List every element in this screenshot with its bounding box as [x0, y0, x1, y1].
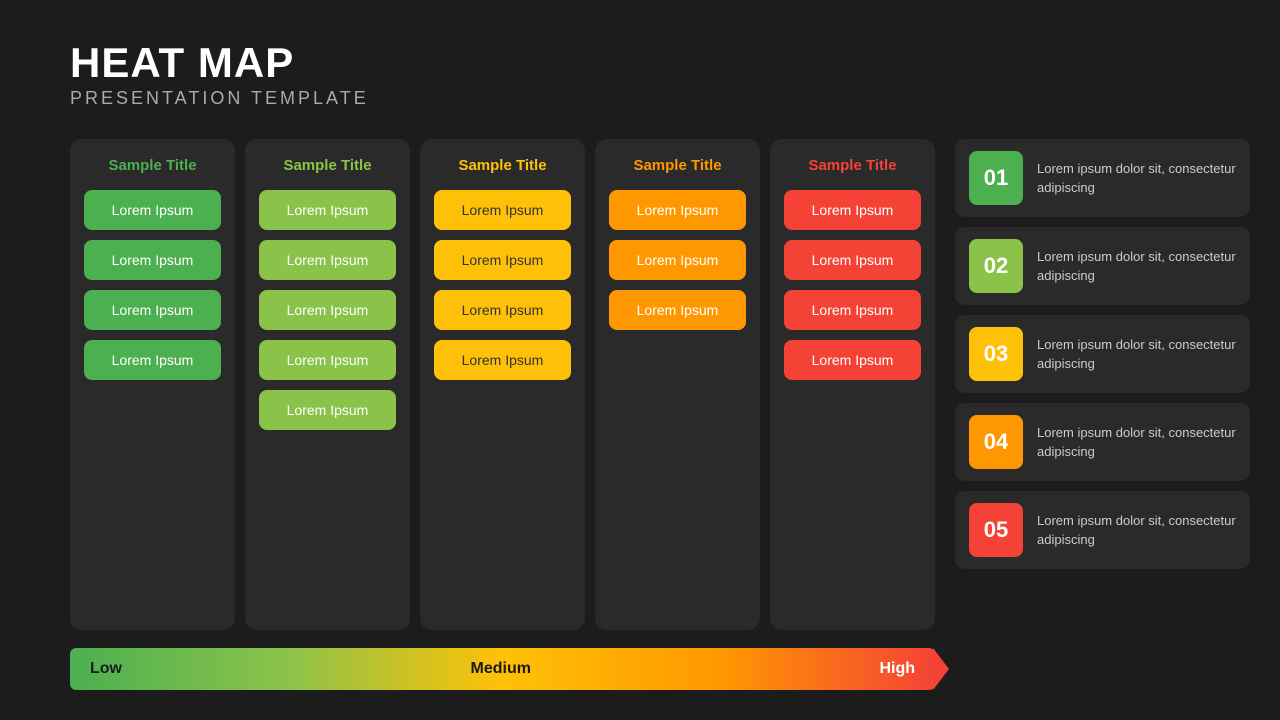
column-title-col2: Sample Title	[259, 157, 396, 174]
item-text-4: Lorem ipsum dolor sit, consectetur adipi…	[1037, 423, 1236, 462]
column-title-col1: Sample Title	[84, 157, 221, 174]
columns-row: Sample Title Lorem Ipsum Lorem Ipsum Lorem …	[70, 139, 935, 630]
cell-col4-1: Lorem Ipsum	[609, 240, 746, 280]
cell-col2-1: Lorem Ipsum	[259, 240, 396, 280]
legend-low: Low	[90, 660, 122, 678]
numbered-item-1: 01 Lorem ipsum dolor sit, consectetur adi…	[955, 139, 1250, 217]
column-title-col5: Sample Title	[784, 157, 921, 174]
item-text-2: Lorem ipsum dolor sit, consectetur adipi…	[1037, 247, 1236, 286]
numbered-item-3: 03 Lorem ipsum dolor sit, consectetur adi…	[955, 315, 1250, 393]
header: HEAT MAP PRESENTATION TEMPLATE	[70, 40, 1230, 109]
legend-high: High	[879, 660, 915, 678]
cell-col5-3: Lorem Ipsum	[784, 340, 921, 380]
column-col2: Sample Title Lorem Ipsum Lorem Ipsum Lorem …	[245, 139, 410, 630]
cell-col5-1: Lorem Ipsum	[784, 240, 921, 280]
item-text-3: Lorem ipsum dolor sit, consectetur adipi…	[1037, 335, 1236, 374]
numbered-item-2: 02 Lorem ipsum dolor sit, consectetur adi…	[955, 227, 1250, 305]
cell-col4-2: Lorem Ipsum	[609, 290, 746, 330]
number-badge-2: 02	[969, 239, 1023, 293]
number-badge-1: 01	[969, 151, 1023, 205]
cell-col4-0: Lorem Ipsum	[609, 190, 746, 230]
cell-col3-1: Lorem Ipsum	[434, 240, 571, 280]
cell-col3-2: Lorem Ipsum	[434, 290, 571, 330]
legend-bar: Low Medium High	[70, 648, 935, 690]
cell-col5-2: Lorem Ipsum	[784, 290, 921, 330]
column-col4: Sample Title Lorem Ipsum Lorem Ipsum Lorem …	[595, 139, 760, 630]
column-col1: Sample Title Lorem Ipsum Lorem Ipsum Lorem …	[70, 139, 235, 630]
cell-col2-3: Lorem Ipsum	[259, 340, 396, 380]
right-panel: 01 Lorem ipsum dolor sit, consectetur adi…	[955, 139, 1250, 690]
cell-col2-0: Lorem Ipsum	[259, 190, 396, 230]
item-text-1: Lorem ipsum dolor sit, consectetur adipi…	[1037, 159, 1236, 198]
cell-col3-0: Lorem Ipsum	[434, 190, 571, 230]
number-badge-4: 04	[969, 415, 1023, 469]
cell-col2-2: Lorem Ipsum	[259, 290, 396, 330]
main-content: Sample Title Lorem Ipsum Lorem Ipsum Lorem …	[70, 139, 1230, 690]
cell-col3-3: Lorem Ipsum	[434, 340, 571, 380]
numbered-item-5: 05 Lorem ipsum dolor sit, consectetur adi…	[955, 491, 1250, 569]
number-badge-3: 03	[969, 327, 1023, 381]
cell-col5-0: Lorem Ipsum	[784, 190, 921, 230]
cell-col2-4: Lorem Ipsum	[259, 390, 396, 430]
item-text-5: Lorem ipsum dolor sit, consectetur adipi…	[1037, 511, 1236, 550]
column-title-col3: Sample Title	[434, 157, 571, 174]
page: HEAT MAP PRESENTATION TEMPLATE Sample Ti…	[0, 0, 1280, 720]
legend-medium: Medium	[471, 660, 531, 678]
cell-col1-1: Lorem Ipsum	[84, 240, 221, 280]
cell-col1-3: Lorem Ipsum	[84, 340, 221, 380]
heat-grid: Sample Title Lorem Ipsum Lorem Ipsum Lorem …	[70, 139, 935, 690]
cell-col1-0: Lorem Ipsum	[84, 190, 221, 230]
page-title: HEAT MAP	[70, 40, 1230, 86]
column-title-col4: Sample Title	[609, 157, 746, 174]
page-subtitle: PRESENTATION TEMPLATE	[70, 88, 1230, 109]
cell-col1-2: Lorem Ipsum	[84, 290, 221, 330]
column-col3: Sample Title Lorem Ipsum Lorem Ipsum Lorem …	[420, 139, 585, 630]
column-col5: Sample Title Lorem Ipsum Lorem Ipsum Lorem …	[770, 139, 935, 630]
number-badge-5: 05	[969, 503, 1023, 557]
numbered-item-4: 04 Lorem ipsum dolor sit, consectetur adi…	[955, 403, 1250, 481]
